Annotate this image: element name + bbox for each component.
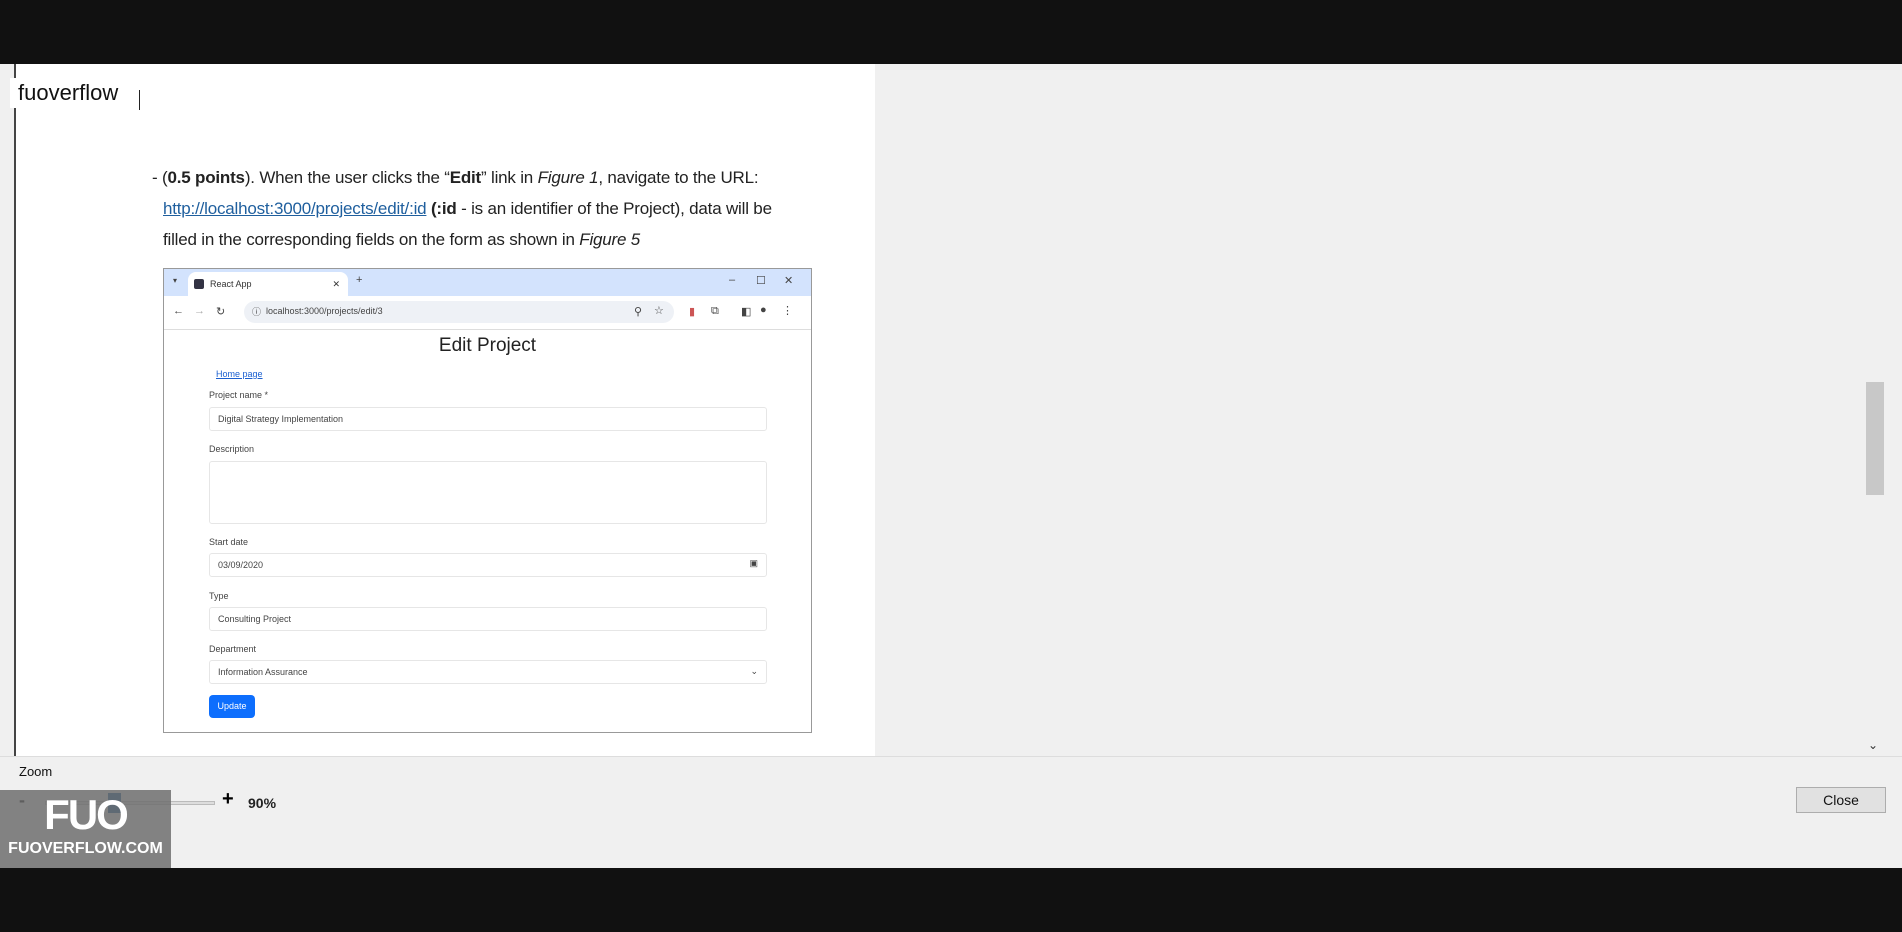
zoom-value: 90% <box>248 795 277 811</box>
description-field <box>209 461 767 524</box>
zoom-icon: ⚲ <box>634 306 643 318</box>
menu-icon: ⋮ <box>782 305 793 317</box>
browser-tab-bar: ▾ React App ✕ + – ☐ ✕ <box>164 269 811 296</box>
start-date-field: 03/09/2020 ▣ <box>209 553 767 577</box>
star-icon: ☆ <box>654 305 664 317</box>
favicon-icon <box>194 279 204 289</box>
zoom-label: Zoom <box>19 764 53 779</box>
back-icon: ← <box>173 305 184 317</box>
zoom-panel <box>0 756 1902 868</box>
profile-icon: ● <box>760 304 767 316</box>
forward-icon: → <box>194 305 205 317</box>
browser-tab: React App ✕ <box>188 272 348 296</box>
close-button[interactable]: Close <box>1796 787 1886 813</box>
project-name-label: Project name * <box>209 390 269 400</box>
home-page-link: Home page <box>216 369 263 379</box>
zoom-in-button[interactable]: + <box>222 788 234 811</box>
puzzle-icon: ⧉ <box>711 305 719 317</box>
url-link[interactable]: http://localhost:3000/projects/edit/:id <box>163 199 427 218</box>
para-line-3: filled in the corresponding fields on th… <box>163 230 641 249</box>
para-line-2: http://localhost:3000/projects/edit/:id … <box>163 199 772 218</box>
para-line-1: - (0.5 points). When the user clicks the… <box>152 168 759 187</box>
minimize-icon: – <box>729 274 736 286</box>
url-field: localhost:3000/projects/edit/3 <box>244 301 674 323</box>
type-field: Consulting Project <box>209 607 767 631</box>
department-select: Information Assurance ⌄ <box>209 660 767 684</box>
chevron-down-icon: ⌄ <box>750 666 758 676</box>
brand-label: fuoverflow <box>10 78 127 108</box>
logo-mark: FUO <box>44 791 129 838</box>
figure-screenshot: ▾ React App ✕ + – ☐ ✕ ← → ↻ localhost:300… <box>163 268 812 733</box>
extension-icon: ▮ <box>689 306 696 318</box>
watermark-logo: FUO FUOVERFLOW.COM <box>0 790 171 868</box>
new-tab-icon: + <box>356 274 363 286</box>
tab-menu-icon: ▾ <box>173 276 178 285</box>
start-date-label: Start date <box>209 537 249 547</box>
update-button: Update <box>209 695 255 718</box>
project-name-field: Digital Strategy Implementation <box>209 407 767 431</box>
calendar-icon: ▣ <box>749 558 758 568</box>
logo-text: FUOVERFLOW.COM <box>8 840 163 857</box>
scroll-down-icon[interactable]: ⌄ <box>1868 738 1878 752</box>
sidepanel-icon: ◧ <box>741 306 752 318</box>
department-label: Department <box>209 644 257 654</box>
type-label: Type <box>209 591 229 601</box>
address-bar: ← → ↻ localhost:3000/projects/edit/3 ⓘ ⚲… <box>164 296 811 330</box>
close-tab-icon: ✕ <box>332 278 340 289</box>
reload-icon: ↻ <box>216 306 226 318</box>
info-icon: ⓘ <box>252 307 262 317</box>
text-cursor <box>139 90 140 110</box>
description-label: Description <box>209 444 255 454</box>
maximize-icon: ☐ <box>756 275 766 287</box>
scrollbar-thumb[interactable] <box>1866 382 1884 495</box>
form-title: Edit Project <box>438 335 537 356</box>
close-window-icon: ✕ <box>784 275 794 287</box>
